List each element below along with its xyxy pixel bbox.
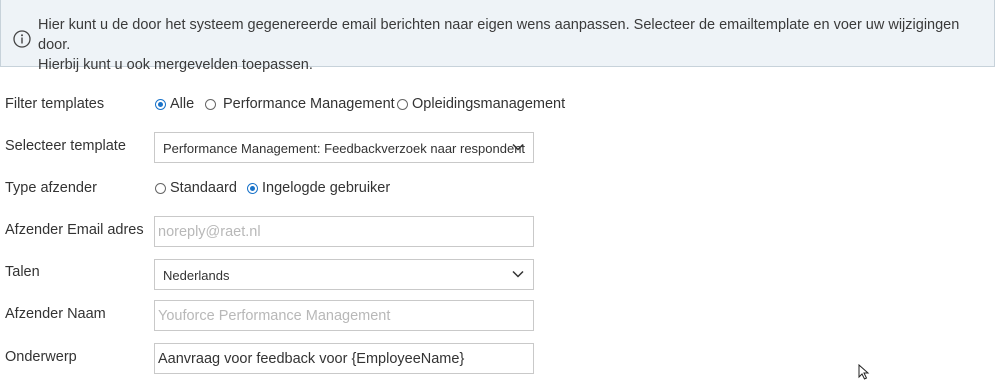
sender-name-label: Afzender Naam — [5, 306, 106, 322]
sender-email-field[interactable]: noreply@raet.nl — [154, 216, 534, 247]
sender-type-label: Type afzender — [5, 180, 97, 196]
language-select[interactable]: Nederlands — [154, 259, 534, 290]
language-select-value: Nederlands — [163, 268, 230, 283]
sender-option-ingelogde[interactable]: Ingelogde gebruiker — [262, 180, 390, 196]
filter-radio-performance[interactable] — [205, 99, 216, 110]
filter-templates-label: Filter templates — [5, 96, 105, 112]
mouse-cursor-icon — [858, 364, 870, 380]
info-line-2: Hierbij kunt u ook mergevelden toepassen… — [38, 57, 313, 73]
filter-radio-alle[interactable] — [155, 99, 166, 110]
info-line-1: Hier kunt u de door het systeem gegenere… — [38, 17, 960, 53]
sender-email-placeholder: noreply@raet.nl — [158, 224, 261, 240]
sender-radio-standaard[interactable] — [155, 183, 166, 194]
select-template-label: Selecteer template — [5, 138, 126, 154]
filter-radio-opleiding[interactable] — [397, 99, 408, 110]
info-banner: Hier kunt u de door het systeem gegenere… — [0, 0, 995, 73]
sender-email-label: Afzender Email adres — [5, 222, 144, 238]
subject-field[interactable]: Aanvraag voor feedback voor {EmployeeNam… — [154, 343, 534, 374]
chevron-down-icon — [512, 143, 524, 151]
sender-name-field[interactable]: Youforce Performance Management — [154, 300, 534, 331]
sender-name-placeholder: Youforce Performance Management — [158, 308, 391, 324]
template-select-value: Performance Management: Feedbackverzoek … — [163, 141, 526, 156]
template-select[interactable]: Performance Management: Feedbackverzoek … — [154, 132, 534, 163]
info-text: Hier kunt u de door het systeem gegenere… — [38, 15, 988, 75]
filter-option-performance[interactable]: Performance Management — [223, 96, 395, 112]
filter-option-alle[interactable]: Alle — [170, 96, 194, 112]
filter-option-opleiding[interactable]: Opleidingsmanagement — [412, 96, 565, 112]
chevron-down-icon — [512, 270, 524, 278]
info-icon — [13, 30, 31, 48]
subject-label: Onderwerp — [5, 349, 77, 365]
sender-radio-ingelogde[interactable] — [247, 183, 258, 194]
subject-value: Aanvraag voor feedback voor {EmployeeNam… — [158, 351, 465, 367]
sender-option-standaard[interactable]: Standaard — [170, 180, 237, 196]
language-label: Talen — [5, 264, 40, 280]
